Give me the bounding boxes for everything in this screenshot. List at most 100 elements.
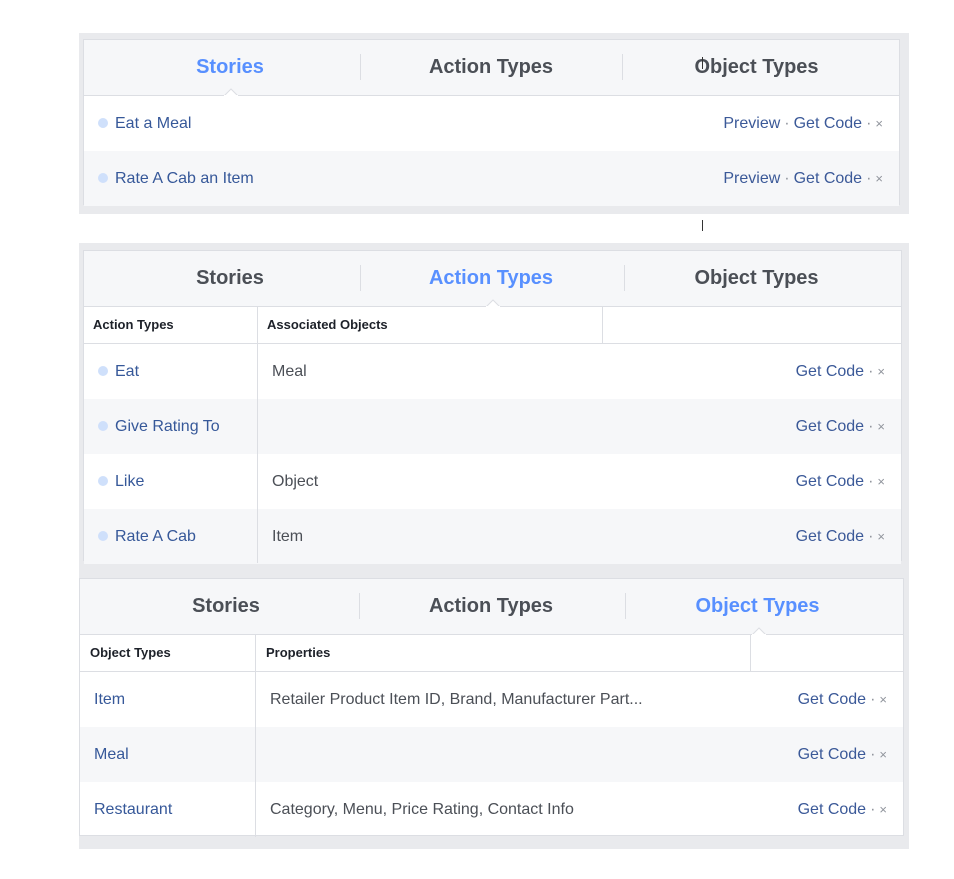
bullet-icon [98, 173, 108, 183]
column-divider [602, 307, 603, 343]
associated-objects: Object [272, 473, 319, 490]
action-types-panel: Stories Action Types Object Types Action… [83, 250, 902, 564]
story-name-link[interactable]: Eat a Meal [115, 96, 191, 151]
tab-divider [360, 265, 361, 291]
associated-objects: Meal [272, 363, 307, 380]
table-header: Object Types Properties [80, 635, 903, 672]
row-actions: Preview · Get Code · × [723, 151, 883, 206]
tab-bar: Stories Action Types Object Types [84, 251, 901, 307]
tab-divider [359, 593, 360, 619]
separator: · [866, 170, 872, 187]
column-divider [750, 635, 751, 671]
table-row: Meal Get Code · × [80, 727, 903, 782]
tab-bar: Stories Action Types Object Types [84, 40, 899, 96]
action-type-link[interactable]: Like [115, 454, 144, 509]
remove-icon[interactable]: × [875, 116, 883, 131]
tab-bar: Stories Action Types Object Types [80, 579, 903, 635]
separator: · [870, 746, 876, 763]
tab-action-types[interactable]: Action Types [376, 251, 606, 306]
row-actions: Get Code · × [796, 509, 885, 564]
remove-icon[interactable]: × [877, 474, 885, 489]
separator: · [784, 170, 790, 187]
get-code-link[interactable]: Get Code [794, 115, 862, 132]
active-tab-caret [224, 88, 238, 96]
get-code-link[interactable]: Get Code [794, 170, 862, 187]
action-type-link[interactable]: Eat [115, 344, 139, 399]
row-actions: Get Code · × [796, 399, 885, 454]
active-tab-caret [752, 627, 766, 635]
table-body: Item Retailer Product Item ID, Brand, Ma… [80, 672, 903, 837]
tab-stories[interactable]: Stories [84, 251, 376, 306]
get-code-link[interactable]: Get Code [796, 418, 864, 435]
table-row: Like Object Get Code · × [84, 454, 901, 509]
column-divider [255, 672, 256, 837]
row-actions: Get Code · × [796, 344, 885, 399]
get-code-link[interactable]: Get Code [798, 801, 866, 818]
get-code-link[interactable]: Get Code [796, 473, 864, 490]
separator: · [866, 115, 872, 132]
get-code-link[interactable]: Get Code [796, 363, 864, 380]
bullet-icon [98, 531, 108, 541]
object-types-panel: Stories Action Types Object Types Object… [79, 578, 904, 837]
remove-icon[interactable]: × [877, 364, 885, 379]
remove-icon[interactable]: × [875, 171, 883, 186]
separator: · [870, 801, 876, 818]
remove-icon[interactable]: × [879, 747, 887, 762]
bullet-icon [98, 366, 108, 376]
story-name-link[interactable]: Rate A Cab an Item [115, 151, 254, 206]
separator: · [868, 528, 874, 545]
separator: · [868, 418, 874, 435]
associated-objects: Item [272, 528, 304, 545]
row-actions: Get Code · × [798, 672, 887, 727]
separator: · [868, 473, 874, 490]
row-actions: Preview · Get Code · × [723, 96, 883, 151]
get-code-link[interactable]: Get Code [798, 691, 866, 708]
object-type-link[interactable]: Item [94, 672, 125, 727]
column-header: Associated Objects [267, 317, 388, 332]
tab-divider [624, 265, 625, 291]
tab-action-types[interactable]: Action Types [376, 579, 606, 634]
action-type-link[interactable]: Rate A Cab [115, 509, 196, 564]
row-actions: Get Code · × [796, 454, 885, 509]
table-row: Eat Meal Get Code · × [84, 344, 901, 399]
tab-action-types[interactable]: Action Types [376, 40, 606, 95]
object-type-link[interactable]: Meal [94, 727, 129, 782]
tab-stories[interactable]: Stories [80, 579, 372, 634]
tab-object-types[interactable]: Object Types [644, 251, 869, 306]
remove-icon[interactable]: × [879, 802, 887, 817]
tab-divider [360, 54, 361, 80]
table-row: Give Rating To Get Code · × [84, 399, 901, 454]
get-code-link[interactable]: Get Code [798, 746, 866, 763]
column-divider [257, 307, 258, 343]
tab-object-types[interactable]: Object Types [644, 40, 869, 95]
column-divider [255, 635, 256, 671]
separator: · [868, 363, 874, 380]
tab-object-types[interactable]: Object Types [645, 579, 870, 634]
column-header: Properties [266, 645, 331, 660]
tab-divider [625, 593, 626, 619]
tab-stories[interactable]: Stories [84, 40, 376, 95]
separator: · [784, 115, 790, 132]
separator: · [870, 691, 876, 708]
table-row: Restaurant Category, Menu, Price Rating,… [80, 782, 903, 837]
bullet-icon [98, 421, 108, 431]
column-header: Action Types [93, 317, 174, 332]
active-tab-caret [486, 299, 500, 307]
list-item: Eat a Meal Preview · Get Code · × [84, 96, 899, 151]
remove-icon[interactable]: × [879, 692, 887, 707]
remove-icon[interactable]: × [877, 529, 885, 544]
row-actions: Get Code · × [798, 727, 887, 782]
action-type-link[interactable]: Give Rating To [115, 399, 220, 454]
table-row: Rate A Cab Item Get Code · × [84, 509, 901, 564]
column-header: Object Types [90, 645, 171, 660]
object-type-link[interactable]: Restaurant [94, 782, 172, 837]
get-code-link[interactable]: Get Code [796, 528, 864, 545]
tab-divider [622, 54, 623, 80]
remove-icon[interactable]: × [877, 419, 885, 434]
table-row: Item Retailer Product Item ID, Brand, Ma… [80, 672, 903, 727]
bullet-icon [98, 476, 108, 486]
preview-link[interactable]: Preview [723, 115, 780, 132]
text-cursor [702, 57, 703, 69]
preview-link[interactable]: Preview [723, 170, 780, 187]
object-properties: Retailer Product Item ID, Brand, Manufac… [270, 691, 643, 708]
